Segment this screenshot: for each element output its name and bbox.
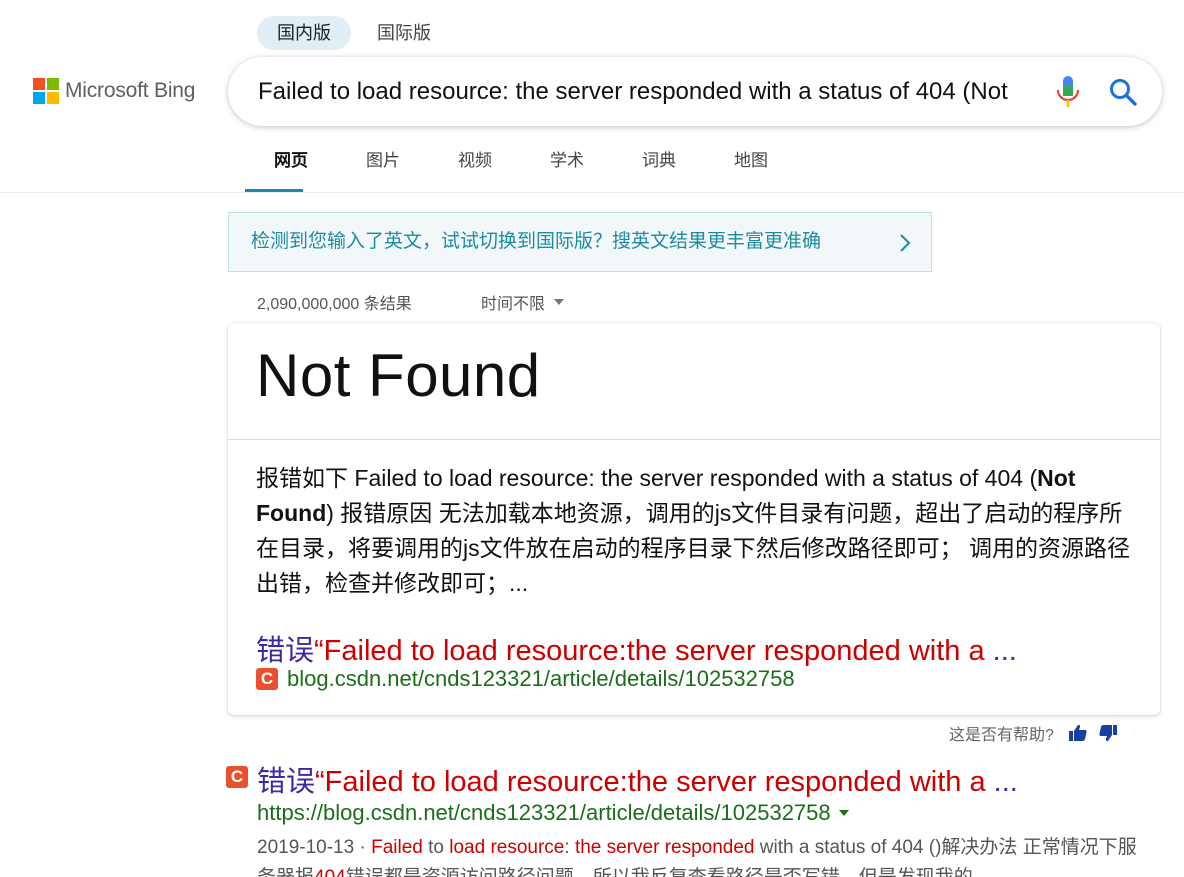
result-date: 2019-10-13 (257, 837, 355, 858)
result-url-row: https://blog.csdn.net/cnds123321/article… (257, 800, 849, 826)
snippet-text: : (564, 837, 575, 858)
link-ellipsis: ... (985, 766, 1018, 798)
snippet-text: ) 报错原因 无法加载本地资源，调用的js文件目录有问题，超出了启动的程序所在目… (256, 500, 1130, 596)
snippet-highlight: load resource (449, 837, 565, 858)
separator: · (354, 837, 372, 858)
nav-maps[interactable]: 地图 (705, 140, 797, 192)
tab-domestic-edition[interactable]: 国内版 (257, 16, 351, 50)
international-edition-notice[interactable]: 检测到您输入了英文，试试切换到国际版？搜英文结果更丰富更准确 (228, 212, 932, 272)
feedback-label: 这是否有帮助? (949, 727, 1054, 744)
csdn-favicon-icon: C (256, 668, 278, 690)
bing-logo[interactable]: Microsoft Bing (33, 78, 195, 104)
edition-tabs: 国内版 国际版 (257, 16, 451, 50)
vertical-nav: 网页 图片 视频 学术 词典 地图 (245, 140, 797, 192)
search-input[interactable] (258, 57, 1014, 126)
answer-source-link[interactable]: 错误“Failed to load resource:the server re… (256, 627, 1017, 669)
answer-url[interactable]: blog.csdn.net/cnds123321/article/details… (287, 666, 795, 692)
time-filter-dropdown[interactable]: 时间不限 (481, 290, 565, 314)
snippet-highlight: the server responded (574, 837, 755, 858)
snippet-text: 错误都是资源访问路径问题，所以我反复查看路径是否写错，但是发现我的 (346, 867, 973, 877)
search-box (228, 57, 1162, 126)
tab-international-edition[interactable]: 国际版 (357, 16, 451, 50)
microsoft-logo-icon (33, 78, 59, 104)
nav-videos[interactable]: 视频 (429, 140, 521, 192)
divider (228, 439, 1160, 440)
answer-snippet: 报错如下 Failed to load resource: the server… (256, 461, 1136, 601)
link-text-en: “Failed to load resource:the server resp… (315, 766, 986, 798)
time-filter-label: 时间不限 (481, 296, 546, 313)
logo-text: Microsoft Bing (65, 79, 196, 102)
snippet-text: 报错如下 Failed to load resource: the server… (256, 465, 1038, 491)
result-url[interactable]: https://blog.csdn.net/cnds123321/article… (257, 800, 831, 826)
thumbs-up-icon[interactable] (1068, 723, 1088, 743)
search-icon[interactable] (1108, 77, 1138, 107)
snippet-highlight: Failed (371, 837, 423, 858)
link-text-zh: 错误 (256, 635, 315, 667)
result-title-link[interactable]: 错误“Failed to load resource:the server re… (257, 758, 1018, 800)
nav-dictionary[interactable]: 词典 (613, 140, 705, 192)
nav-images[interactable]: 图片 (337, 140, 429, 192)
notice-text: 检测到您输入了英文，试试切换到国际版？搜英文结果更丰富更准确 (251, 231, 822, 252)
caret-down-icon[interactable] (838, 810, 849, 816)
answer-url-row: C blog.csdn.net/cnds123321/article/detai… (256, 666, 795, 692)
microphone-icon[interactable] (1054, 75, 1082, 109)
csdn-favicon-icon: C (226, 766, 248, 788)
caret-down-icon (554, 299, 565, 305)
link-ellipsis: ... (984, 635, 1017, 667)
feedback: 这是否有帮助? (949, 721, 1128, 745)
link-text-zh: 错误 (257, 766, 316, 798)
nav-academic[interactable]: 学术 (521, 140, 613, 192)
link-text-en: “Failed to load resource:the server resp… (314, 635, 985, 667)
result-count: 2,090,000,000 条结果 (257, 296, 412, 313)
header: 国内版 国际版 Microsoft Bing 网页 图片 视频 学术 词典 (0, 0, 1184, 193)
answer-title: Not Found (256, 342, 541, 409)
answer-card: Not Found 报错如下 Failed to load resource: … (228, 323, 1160, 715)
snippet-highlight: 404 (314, 867, 346, 877)
chevron-right-icon (900, 234, 911, 252)
result-snippet: 2019-10-13 · Failed to load resource: th… (257, 833, 1137, 877)
thumbs-down-icon[interactable] (1098, 723, 1118, 743)
snippet-text: to (422, 837, 450, 858)
nav-web[interactable]: 网页 (245, 140, 337, 192)
